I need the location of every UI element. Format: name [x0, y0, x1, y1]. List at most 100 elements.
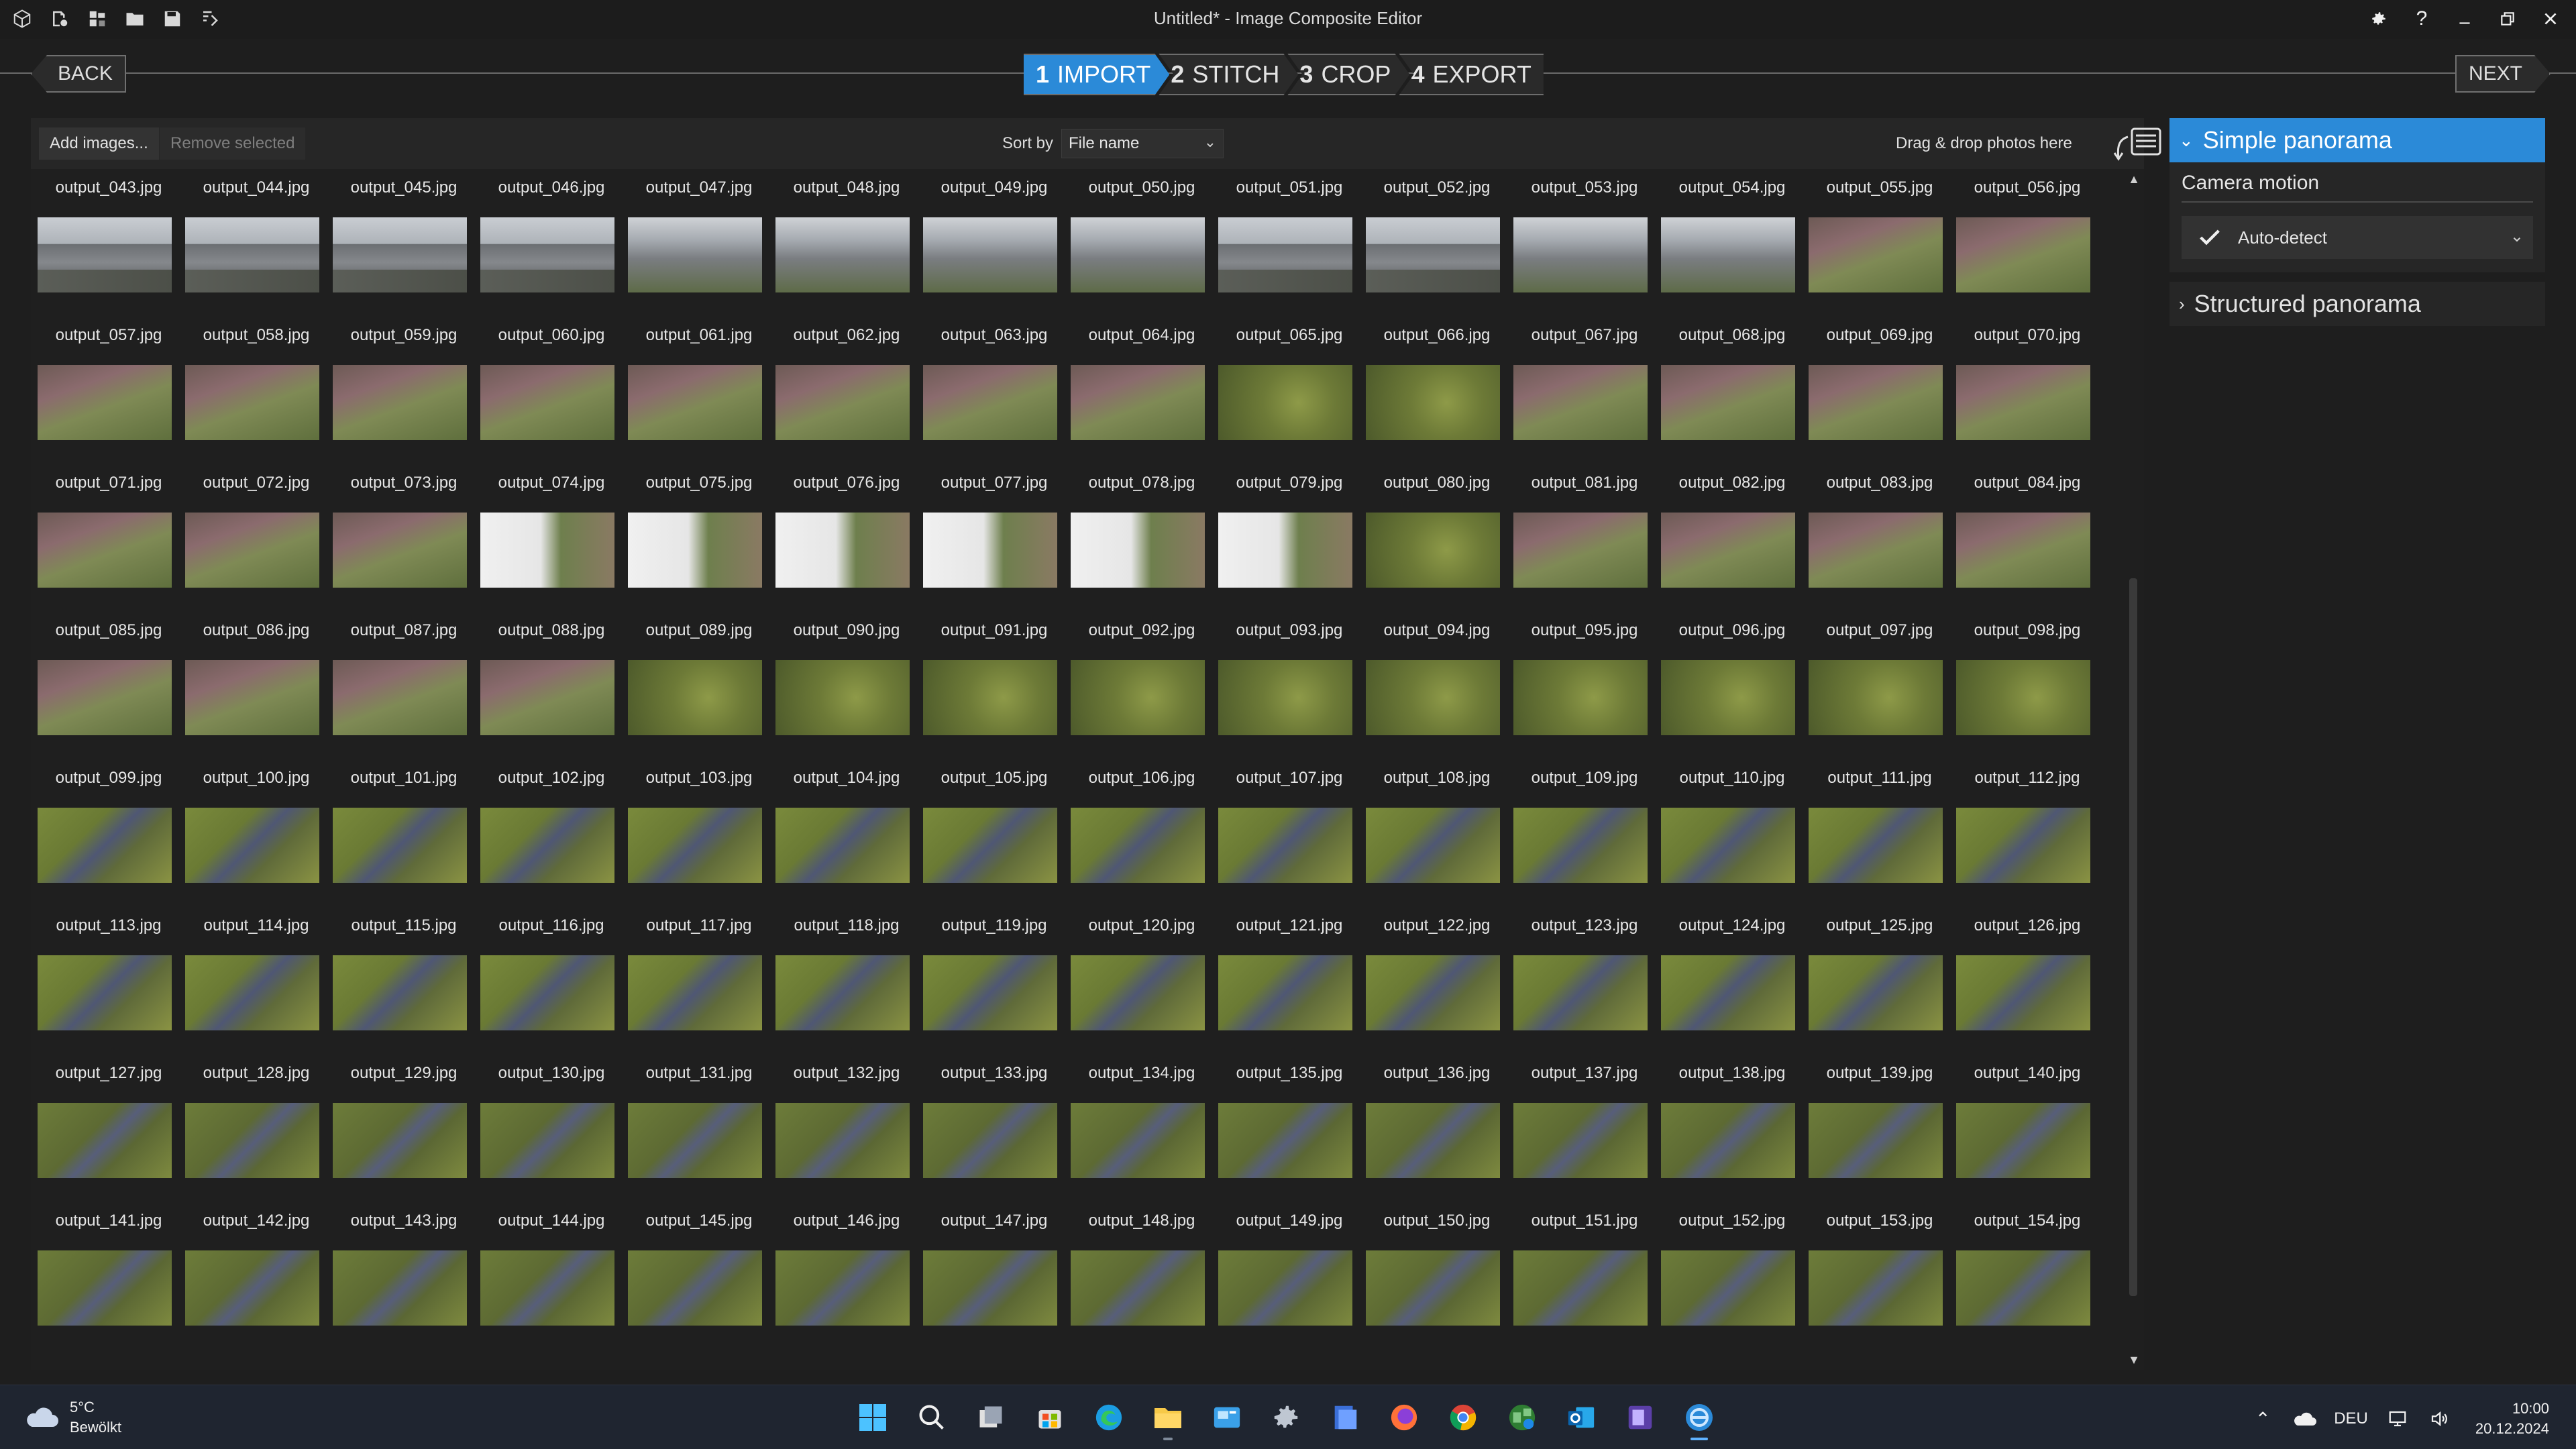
- microsoft-store-icon[interactable]: [1029, 1393, 1071, 1442]
- thumbnail-item[interactable]: output_122.jpg: [1363, 907, 1511, 1055]
- thumbnail-item[interactable]: output_077.jpg: [920, 464, 1068, 612]
- thumbnail-item[interactable]: output_145.jpg: [625, 1202, 773, 1350]
- step-crop[interactable]: 3 CROP: [1287, 54, 1409, 95]
- thumbnail-item[interactable]: output_063.jpg: [920, 317, 1068, 464]
- thumbnail-item[interactable]: output_149.jpg: [1216, 1202, 1363, 1350]
- thumbnail-item[interactable]: output_071.jpg: [35, 464, 182, 612]
- close-icon[interactable]: [2532, 3, 2569, 35]
- minimize-icon[interactable]: [2446, 3, 2483, 35]
- thumbnail-item[interactable]: output_148.jpg: [1068, 1202, 1216, 1350]
- thumbnail-item[interactable]: output_119.jpg: [920, 907, 1068, 1055]
- network-icon[interactable]: [2385, 1407, 2410, 1431]
- thumbnail-item[interactable]: output_055.jpg: [1806, 169, 1953, 317]
- thumbnail-item[interactable]: output_079.jpg: [1216, 464, 1363, 612]
- thumbnail-item[interactable]: output_053.jpg: [1511, 169, 1658, 317]
- thumbnail-item[interactable]: output_090.jpg: [773, 612, 920, 759]
- thumbnail-item[interactable]: output_046.jpg: [478, 169, 625, 317]
- thumbnail-item[interactable]: output_065.jpg: [1216, 317, 1363, 464]
- documents-app-icon[interactable]: [1324, 1393, 1366, 1442]
- thumbnail-item[interactable]: output_121.jpg: [1216, 907, 1363, 1055]
- thumbnail-item[interactable]: output_066.jpg: [1363, 317, 1511, 464]
- thumbnail-item[interactable]: output_154.jpg: [1953, 1202, 2101, 1350]
- thumbnail-item[interactable]: output_095.jpg: [1511, 612, 1658, 759]
- thumbnail-item[interactable]: output_129.jpg: [330, 1055, 478, 1202]
- thumbnail-item[interactable]: output_085.jpg: [35, 612, 182, 759]
- thumbnail-item[interactable]: output_123.jpg: [1511, 907, 1658, 1055]
- scroll-up-icon[interactable]: ▲: [2127, 172, 2141, 186]
- thumbnail-item[interactable]: output_061.jpg: [625, 317, 773, 464]
- thumbnail-item[interactable]: output_127.jpg: [35, 1055, 182, 1202]
- thumbnail-item[interactable]: output_130.jpg: [478, 1055, 625, 1202]
- thumbnail-item[interactable]: output_060.jpg: [478, 317, 625, 464]
- thumbnail-item[interactable]: output_101.jpg: [330, 759, 478, 907]
- thumbnail-item[interactable]: output_073.jpg: [330, 464, 478, 612]
- thumbnail-item[interactable]: output_137.jpg: [1511, 1055, 1658, 1202]
- thumbnail-item[interactable]: output_116.jpg: [478, 907, 625, 1055]
- simple-panorama-header[interactable]: ⌄ Simple panorama: [2169, 118, 2545, 162]
- thumbnail-item[interactable]: output_051.jpg: [1216, 169, 1363, 317]
- thumbnail-item[interactable]: output_072.jpg: [182, 464, 330, 612]
- thumbnail-item[interactable]: output_114.jpg: [182, 907, 330, 1055]
- thumbnail-item[interactable]: output_070.jpg: [1953, 317, 2101, 464]
- thumbnail-item[interactable]: output_110.jpg: [1658, 759, 1806, 907]
- thumbnail-item[interactable]: output_140.jpg: [1953, 1055, 2101, 1202]
- thumbnail-item[interactable]: output_098.jpg: [1953, 612, 2101, 759]
- thumbnail-item[interactable]: output_128.jpg: [182, 1055, 330, 1202]
- settings-icon[interactable]: [1265, 1393, 1307, 1442]
- start-windows-icon[interactable]: [852, 1393, 894, 1442]
- thumbnail-item[interactable]: output_082.jpg: [1658, 464, 1806, 612]
- thumbnail-item[interactable]: output_058.jpg: [182, 317, 330, 464]
- thumbnail-item[interactable]: output_092.jpg: [1068, 612, 1216, 759]
- chrome-icon[interactable]: [1442, 1393, 1484, 1442]
- next-button[interactable]: NEXT: [2455, 55, 2551, 93]
- remove-selected-button[interactable]: Remove selected: [160, 127, 306, 160]
- thumbnail-item[interactable]: output_150.jpg: [1363, 1202, 1511, 1350]
- search-icon[interactable]: [911, 1393, 953, 1442]
- thumbnail-item[interactable]: output_099.jpg: [35, 759, 182, 907]
- thumbnail-item[interactable]: output_144.jpg: [478, 1202, 625, 1350]
- thumbnail-item[interactable]: output_044.jpg: [182, 169, 330, 317]
- add-images-button[interactable]: Add images...: [39, 127, 159, 160]
- thumbnail-item[interactable]: output_054.jpg: [1658, 169, 1806, 317]
- thumbnail-item[interactable]: output_059.jpg: [330, 317, 478, 464]
- settings-gear-icon[interactable]: [2360, 3, 2398, 35]
- thumbnail-item[interactable]: output_050.jpg: [1068, 169, 1216, 317]
- thumbnail-item[interactable]: output_131.jpg: [625, 1055, 773, 1202]
- thumbnail-item[interactable]: output_057.jpg: [35, 317, 182, 464]
- camera-motion-select[interactable]: Auto-detect ⌄: [2182, 216, 2533, 259]
- image-composite-editor-icon[interactable]: [1678, 1393, 1720, 1442]
- back-button[interactable]: BACK: [31, 55, 126, 93]
- volume-icon[interactable]: [2427, 1407, 2451, 1431]
- thumbnail-item[interactable]: output_136.jpg: [1363, 1055, 1511, 1202]
- thumbnail-item[interactable]: output_089.jpg: [625, 612, 773, 759]
- thumbnail-item[interactable]: output_056.jpg: [1953, 169, 2101, 317]
- onenote-icon[interactable]: [1619, 1393, 1661, 1442]
- task-view-icon[interactable]: [970, 1393, 1012, 1442]
- globe-app-icon[interactable]: [1501, 1393, 1543, 1442]
- thumbnail-item[interactable]: output_134.jpg: [1068, 1055, 1216, 1202]
- firefox-icon[interactable]: [1383, 1393, 1425, 1442]
- thumbnail-item[interactable]: output_153.jpg: [1806, 1202, 1953, 1350]
- thumbnail-item[interactable]: output_064.jpg: [1068, 317, 1216, 464]
- thumbnail-item[interactable]: output_083.jpg: [1806, 464, 1953, 612]
- thumbnail-item[interactable]: output_138.jpg: [1658, 1055, 1806, 1202]
- thumbnail-item[interactable]: output_096.jpg: [1658, 612, 1806, 759]
- thumbnail-item[interactable]: output_143.jpg: [330, 1202, 478, 1350]
- thumbnail-item[interactable]: output_084.jpg: [1953, 464, 2101, 612]
- thumbnail-item[interactable]: output_078.jpg: [1068, 464, 1216, 612]
- thumbnail-item[interactable]: output_052.jpg: [1363, 169, 1511, 317]
- onedrive-cloud-icon[interactable]: [2292, 1407, 2317, 1431]
- thumbnail-item[interactable]: output_081.jpg: [1511, 464, 1658, 612]
- thumbnail-item[interactable]: output_117.jpg: [625, 907, 773, 1055]
- thumbnail-item[interactable]: output_133.jpg: [920, 1055, 1068, 1202]
- thumbnail-item[interactable]: output_076.jpg: [773, 464, 920, 612]
- thumbnail-item[interactable]: output_109.jpg: [1511, 759, 1658, 907]
- file-explorer-icon[interactable]: [1147, 1393, 1189, 1442]
- drag-drop-photos-icon[interactable]: [2110, 125, 2164, 162]
- thumbnail-item[interactable]: output_087.jpg: [330, 612, 478, 759]
- weather-widget[interactable]: 5°C Bewölkt: [23, 1397, 121, 1438]
- thumbnail-item[interactable]: output_108.jpg: [1363, 759, 1511, 907]
- thumbnail-item[interactable]: output_062.jpg: [773, 317, 920, 464]
- thumbnail-item[interactable]: output_048.jpg: [773, 169, 920, 317]
- thumbnail-item[interactable]: output_086.jpg: [182, 612, 330, 759]
